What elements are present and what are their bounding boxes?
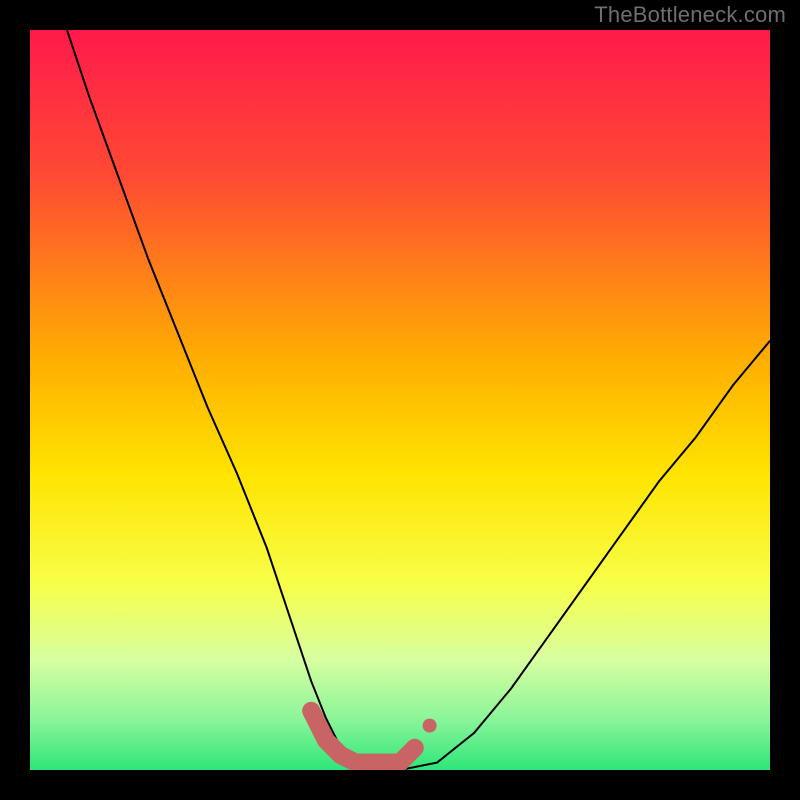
plot-svg: [30, 30, 770, 770]
optimal-end-dot: [423, 719, 437, 733]
chart-frame: TheBottleneck.com: [0, 0, 800, 800]
plot-area: [30, 30, 770, 770]
watermark-text: TheBottleneck.com: [594, 2, 786, 28]
gradient-background: [30, 30, 770, 770]
